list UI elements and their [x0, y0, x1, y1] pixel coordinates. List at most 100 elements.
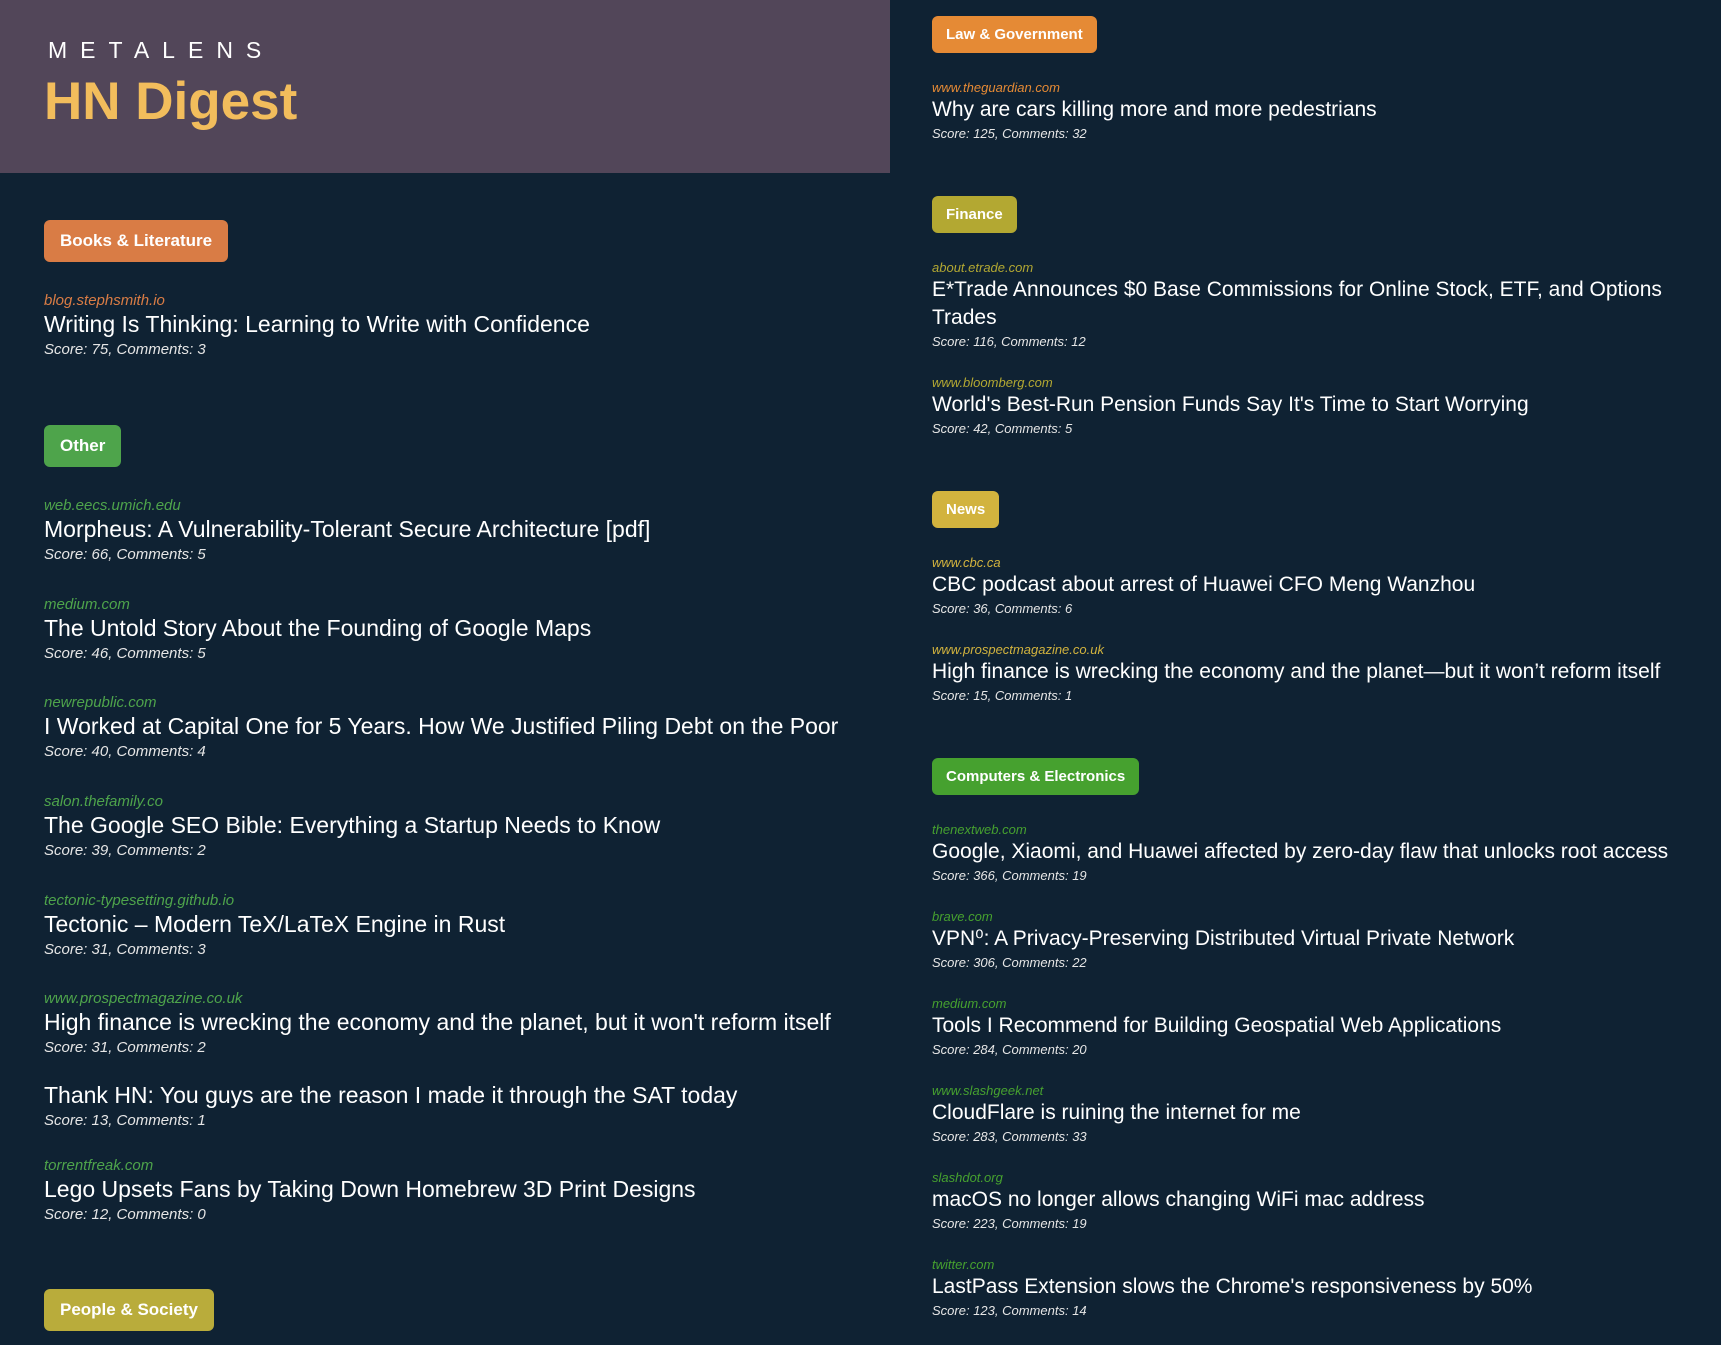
story-domain[interactable]: medium.com [932, 996, 1672, 1012]
story-meta: Score: 223, Comments: 19 [932, 1216, 1672, 1232]
comments-value: 22 [1072, 955, 1087, 970]
score-value: 31 [91, 941, 109, 958]
story-domain[interactable]: salon.thefamily.co [44, 793, 660, 811]
comments-value: 5 [1064, 421, 1073, 436]
story-domain[interactable]: newrepublic.com [44, 694, 838, 712]
story-domain[interactable]: www.theguardian.com [932, 80, 1672, 96]
story-title[interactable]: LastPass Extension slows the Chrome's re… [932, 1273, 1672, 1301]
story-title[interactable]: Lego Upsets Fans by Taking Down Homebrew… [44, 1175, 696, 1203]
comments-value: 6 [1064, 601, 1073, 616]
story-title[interactable]: The Untold Story About the Founding of G… [44, 614, 591, 642]
score-value: 125 [973, 126, 995, 141]
comments-label: , Comments: [994, 1042, 1073, 1057]
score-label: Score: [932, 601, 974, 616]
story-domain[interactable]: thenextweb.com [932, 822, 1672, 838]
story-domain[interactable]: torrentfreak.com [44, 1157, 696, 1175]
story-item: Thank HN: You guys are the reason I made… [44, 1081, 737, 1130]
story-title[interactable]: Tectonic – Modern TeX/LaTeX Engine in Ru… [44, 910, 505, 938]
score-value: 31 [91, 1039, 109, 1056]
comments-value: 19 [1072, 1216, 1087, 1231]
score-label: Score: [932, 955, 974, 970]
story-title[interactable]: macOS no longer allows changing WiFi mac… [932, 1186, 1672, 1214]
category-badge-computers-electronics[interactable]: Computers & Electronics [932, 758, 1140, 795]
page: METALENS HN Digest Books & Literature bl… [0, 0, 1721, 1345]
story-domain[interactable]: blog.stephsmith.io [44, 292, 590, 310]
score-label: Score: [44, 1039, 92, 1056]
score-label: Score: [44, 842, 92, 859]
comments-value: 14 [1072, 1303, 1087, 1318]
score-value: 223 [973, 1216, 995, 1231]
section-news: News [932, 491, 1000, 528]
section-other: Other [44, 425, 122, 467]
story-item: brave.com VPN⁰: A Privacy-Preserving Dis… [932, 909, 1672, 971]
story-domain[interactable]: web.eecs.umich.edu [44, 497, 650, 515]
comments-label: , Comments: [993, 334, 1072, 349]
header: METALENS HN Digest [0, 0, 890, 173]
score-label: Score: [932, 334, 974, 349]
story-title[interactable]: High finance is wrecking the economy and… [932, 658, 1672, 686]
comments-value: 33 [1072, 1129, 1087, 1144]
score-label: Score: [932, 1042, 974, 1057]
comments-label: , Comments: [987, 688, 1065, 703]
category-badge-other[interactable]: Other [44, 425, 122, 467]
story-title[interactable]: CBC podcast about arrest of Huawei CFO M… [932, 571, 1672, 599]
story-title[interactable]: I Worked at Capital One for 5 Years. How… [44, 712, 838, 740]
score-label: Score: [44, 743, 92, 760]
category-badge-books-literature[interactable]: Books & Literature [44, 220, 229, 262]
story-title[interactable]: Google, Xiaomi, and Huawei affected by z… [932, 838, 1672, 866]
score-value: 46 [91, 645, 109, 662]
comments-label: , Comments: [994, 1303, 1073, 1318]
story-domain[interactable]: www.cbc.ca [932, 555, 1672, 571]
category-badge-finance[interactable]: Finance [932, 196, 1017, 233]
story-item: www.bloomberg.com World's Best-Run Pensi… [932, 375, 1672, 437]
story-meta: Score: 284, Comments: 20 [932, 1042, 1672, 1058]
story-item: blog.stephsmith.io Writing Is Thinking: … [44, 292, 590, 359]
score-label: Score: [44, 1206, 92, 1223]
story-domain[interactable]: tectonic-typesetting.github.io [44, 892, 505, 910]
story-meta: Score: 12, Comments: 0 [44, 1206, 696, 1224]
story-title[interactable]: The Google SEO Bible: Everything a Start… [44, 811, 660, 839]
comments-value: 20 [1072, 1042, 1087, 1057]
story-domain[interactable]: medium.com [44, 596, 591, 614]
comments-label: , Comments: [108, 341, 198, 358]
story-domain[interactable]: slashdot.org [932, 1170, 1672, 1186]
comments-label: , Comments: [108, 546, 198, 563]
story-domain[interactable]: www.prospectmagazine.co.uk [44, 990, 831, 1008]
story-domain[interactable]: www.prospectmagazine.co.uk [932, 642, 1672, 658]
story-domain[interactable]: www.slashgeek.net [932, 1083, 1672, 1099]
story-item: www.prospectmagazine.co.uk High finance … [44, 990, 831, 1057]
comments-value: 32 [1072, 126, 1087, 141]
story-domain[interactable]: brave.com [932, 909, 1672, 925]
story-title[interactable]: Writing Is Thinking: Learning to Write w… [44, 310, 590, 338]
story-title[interactable]: World's Best-Run Pension Funds Say It's … [932, 391, 1672, 419]
story-meta: Score: 366, Comments: 19 [932, 868, 1672, 884]
category-badge-people-society[interactable]: People & Society [44, 1289, 214, 1331]
comments-label: , Comments: [994, 1216, 1073, 1231]
comments-value: 2 [197, 1039, 206, 1056]
story-domain[interactable]: www.bloomberg.com [932, 375, 1672, 391]
story-meta: Score: 75, Comments: 3 [44, 341, 590, 359]
category-badge-news[interactable]: News [932, 491, 1000, 528]
comments-label: , Comments: [108, 941, 198, 958]
category-badge-law-government[interactable]: Law & Government [932, 16, 1097, 53]
story-title[interactable]: High finance is wrecking the economy and… [44, 1008, 831, 1036]
story-meta: Score: 283, Comments: 33 [932, 1129, 1672, 1145]
story-domain[interactable]: about.etrade.com [932, 260, 1672, 276]
story-meta: Score: 40, Comments: 4 [44, 743, 838, 761]
story-title[interactable]: VPN⁰: A Privacy-Preserving Distributed V… [932, 925, 1672, 953]
story-title[interactable]: E*Trade Announces $0 Base Commissions fo… [932, 276, 1672, 332]
story-title[interactable]: Why are cars killing more and more pedes… [932, 96, 1672, 124]
score-label: Score: [44, 546, 92, 563]
story-domain[interactable]: twitter.com [932, 1257, 1672, 1273]
story-item: salon.thefamily.co The Google SEO Bible:… [44, 793, 660, 860]
story-meta: Score: 31, Comments: 3 [44, 941, 505, 959]
comments-value: 3 [197, 341, 206, 358]
score-value: 284 [973, 1042, 995, 1057]
story-title[interactable]: Morpheus: A Vulnerability-Tolerant Secur… [44, 515, 650, 543]
section-people-society: People & Society [44, 1289, 214, 1331]
story-title[interactable]: Thank HN: You guys are the reason I made… [44, 1081, 737, 1109]
score-label: Score: [932, 126, 974, 141]
comments-label: , Comments: [987, 601, 1065, 616]
story-title[interactable]: CloudFlare is ruining the internet for m… [932, 1099, 1672, 1127]
story-title[interactable]: Tools I Recommend for Building Geospatia… [932, 1012, 1672, 1040]
